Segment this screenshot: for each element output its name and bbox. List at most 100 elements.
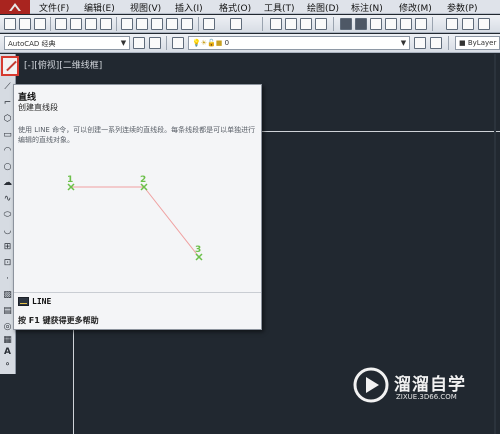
layer-select[interactable]: 💡☀🔓■ 0 ▼ <box>188 36 410 50</box>
print-preview-icon[interactable] <box>70 18 82 30</box>
help-icon[interactable] <box>446 18 458 30</box>
polyline-icon[interactable]: ⌐ <box>2 98 13 109</box>
zoom-realtime-icon[interactable] <box>285 18 297 30</box>
toolbar-separator <box>448 36 449 50</box>
line-command-tooltip: 直线 创建直线段 使用 LINE 命令，可以创建一系列连续的直线段。每条线段都是… <box>13 84 262 330</box>
cut-icon[interactable] <box>121 18 133 30</box>
linetype-select-value: ByLayer <box>467 39 497 47</box>
line-tool-button[interactable] <box>1 56 19 76</box>
workspace-select[interactable]: AutoCAD 经典 ▼ <box>4 36 130 50</box>
construction-line-icon[interactable]: ⟋ <box>2 82 13 93</box>
toolbar-separator <box>333 17 334 31</box>
tooltip-subtitle: 创建直线段 <box>18 103 58 112</box>
layer-properties-icon[interactable] <box>172 37 184 49</box>
svg-text:1: 1 <box>67 175 73 185</box>
chevron-down-icon: ▼ <box>400 39 407 47</box>
viewport-controls-label[interactable]: [-][俯视][二维线框] <box>24 58 102 71</box>
point-icon[interactable]: · <box>2 274 13 285</box>
sheet-set-icon[interactable] <box>385 18 397 30</box>
design-center-icon[interactable] <box>355 18 367 30</box>
line-command-icon <box>18 297 29 306</box>
autocad-window: 文件(F) 编辑(E) 视图(V) 插入(I) 格式(O) 工具(T) 绘图(D… <box>0 0 500 434</box>
menu-format[interactable]: 格式(O) <box>219 1 251 14</box>
quickcalc-icon[interactable] <box>415 18 427 30</box>
line-illustration: 1 2 3 <box>67 175 203 261</box>
menu-draw[interactable]: 绘图(D) <box>307 1 339 14</box>
revision-cloud-icon[interactable]: ☁ <box>2 178 13 189</box>
tool-palettes-icon[interactable] <box>370 18 382 30</box>
3d-publish-icon[interactable] <box>100 18 112 30</box>
toolbar-separator <box>432 17 433 31</box>
workspace-settings-icon[interactable] <box>133 37 145 49</box>
toolbar-separator <box>116 17 117 31</box>
menu-file[interactable]: 文件(F) <box>39 1 69 14</box>
chevron-down-icon: ▼ <box>120 39 127 47</box>
properties-icon[interactable] <box>340 18 352 30</box>
canvas-right-edge <box>494 54 496 434</box>
make-block-icon[interactable]: ⊡ <box>2 258 13 269</box>
watermark-name: 溜溜自学 <box>394 375 466 395</box>
spline-icon[interactable]: ∿ <box>2 194 13 205</box>
layer-select-value: 0 <box>224 39 230 47</box>
illustration-segment-2 <box>143 186 200 258</box>
markup-icon[interactable] <box>400 18 412 30</box>
ellipse-icon[interactable]: ⬭ <box>2 210 13 221</box>
workspace-select-value: AutoCAD 经典 <box>8 40 56 48</box>
gradient-icon[interactable]: ▤ <box>2 306 13 317</box>
multiline-text-icon[interactable]: A <box>2 347 13 358</box>
tooltip-divider <box>14 292 261 293</box>
menu-edit[interactable]: 编辑(E) <box>84 1 115 14</box>
zoom-window-icon[interactable] <box>300 18 312 30</box>
add-selected-icon[interactable]: ⚬ <box>2 360 13 371</box>
new-file-icon[interactable] <box>4 18 16 30</box>
save-icon[interactable] <box>34 18 46 30</box>
linetype-select[interactable]: ■ ByLayer <box>455 36 500 50</box>
application-menu-button[interactable] <box>0 0 30 14</box>
insert-block-icon[interactable]: ⊞ <box>2 242 13 253</box>
table-icon[interactable]: ▦ <box>2 335 13 346</box>
standard-toolbar <box>0 15 500 33</box>
layer-previous-icon[interactable] <box>430 37 442 49</box>
menu-view[interactable]: 视图(V) <box>130 1 161 14</box>
layer-icon[interactable] <box>478 18 490 30</box>
redo-icon[interactable] <box>230 18 242 30</box>
workspace-save-icon[interactable] <box>149 37 161 49</box>
copy-icon[interactable] <box>136 18 148 30</box>
workspace-layers-toolbar: AutoCAD 经典 ▼ 💡☀🔓■ 0 ▼ ■ ByLayer <box>0 34 500 53</box>
menu-parametric[interactable]: 参数(P) <box>447 1 477 14</box>
circle-icon[interactable]: ○ <box>2 162 13 173</box>
layer-state-icons: 💡☀🔓■ <box>192 39 223 47</box>
open-file-icon[interactable] <box>19 18 31 30</box>
layer-state-icon[interactable] <box>462 18 474 30</box>
menu-insert[interactable]: 插入(I) <box>175 1 203 14</box>
svg-text:2: 2 <box>140 175 146 185</box>
play-logo-icon <box>353 367 389 403</box>
match-properties-icon[interactable] <box>166 18 178 30</box>
color-swatch-icon: ■ <box>459 39 466 47</box>
illustration-point-3: 3 <box>195 245 203 261</box>
paste-icon[interactable] <box>151 18 163 30</box>
publish-icon[interactable] <box>85 18 97 30</box>
undo-icon[interactable] <box>203 18 215 30</box>
toolbar-separator <box>198 17 199 31</box>
menu-dimension[interactable]: 标注(N) <box>351 1 383 14</box>
illustration-point-2: 2 <box>140 175 148 191</box>
region-icon[interactable]: ◎ <box>2 322 13 333</box>
zoom-previous-icon[interactable] <box>315 18 327 30</box>
watermark: 溜溜自学 ZIXUE.3D66.COM <box>352 366 474 414</box>
print-icon[interactable] <box>55 18 67 30</box>
ellipse-arc-icon[interactable]: ◡ <box>2 226 13 237</box>
tooltip-description: 使用 LINE 命令，可以创建一系列连续的直线段。每条线段都是可以单独进行编辑的… <box>18 126 256 144</box>
toolbar-separator <box>166 36 167 50</box>
rectangle-icon[interactable]: ▭ <box>2 130 13 141</box>
menu-modify[interactable]: 修改(M) <box>399 1 432 14</box>
pan-icon[interactable] <box>270 18 282 30</box>
block-editor-icon[interactable] <box>181 18 193 30</box>
tooltip-help-hint: 按 F1 键获得更多帮助 <box>18 316 99 325</box>
make-current-layer-icon[interactable] <box>414 37 426 49</box>
menu-tools[interactable]: 工具(T) <box>264 1 295 14</box>
menu-bar: 文件(F) 编辑(E) 视图(V) 插入(I) 格式(O) 工具(T) 绘图(D… <box>0 0 500 14</box>
arc-icon[interactable]: ◠ <box>2 146 13 157</box>
polygon-icon[interactable]: ⬡ <box>2 114 13 125</box>
hatch-icon[interactable]: ▨ <box>2 290 13 301</box>
